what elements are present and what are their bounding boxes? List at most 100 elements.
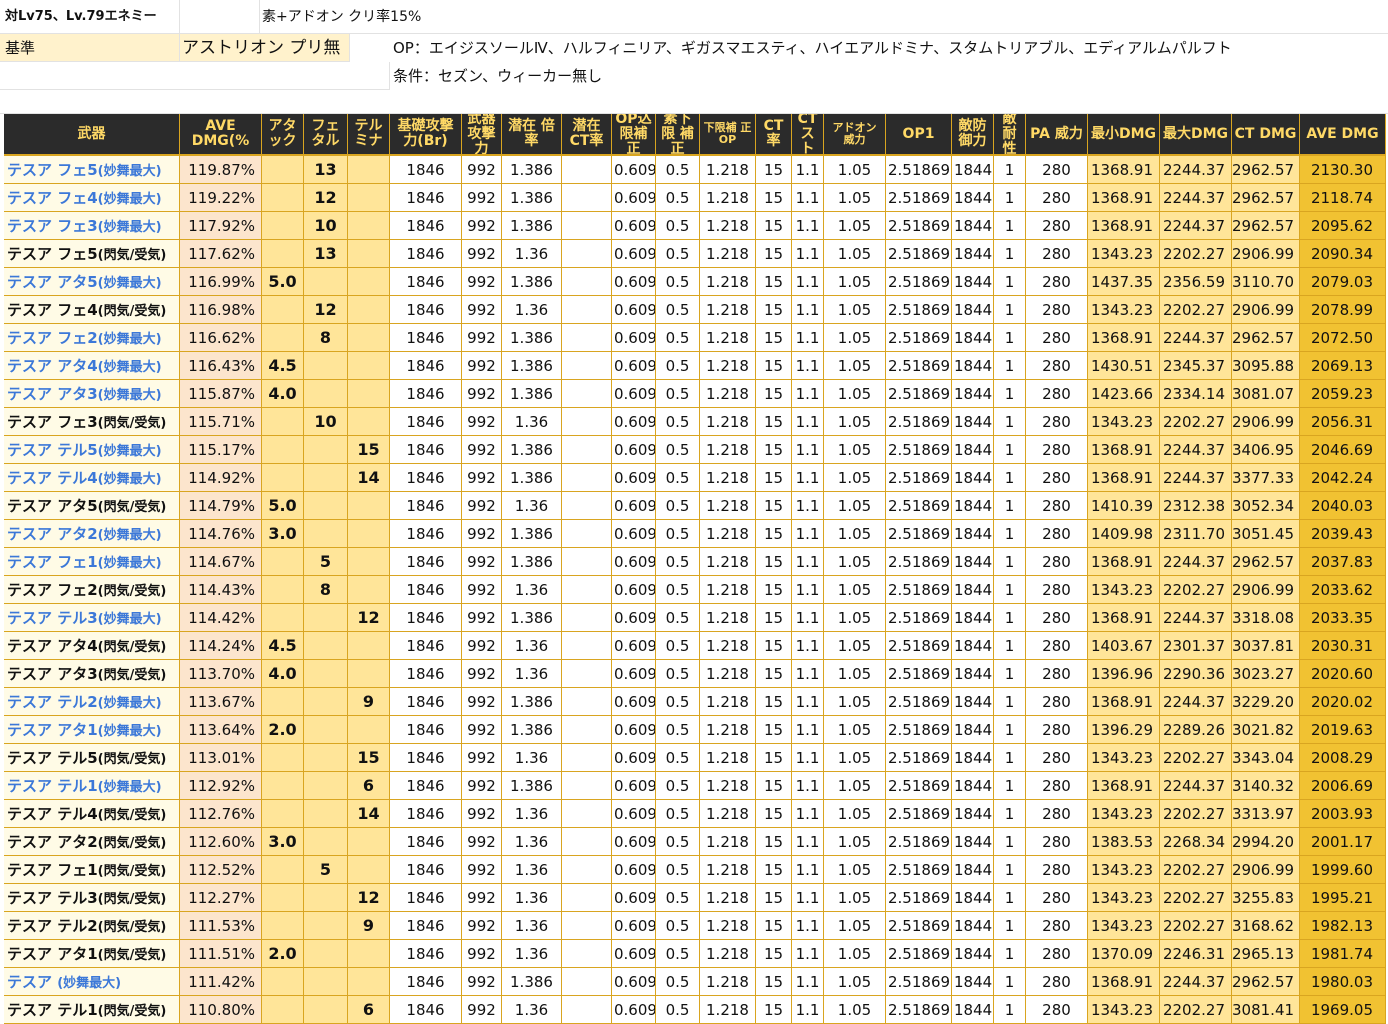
cell-ct-dmg[interactable]: 2906.99 — [1232, 856, 1300, 884]
cell-base-attack[interactable]: 1846 — [390, 352, 462, 380]
cell-base-attack[interactable]: 1846 — [390, 240, 462, 268]
cell-enemy-resist[interactable]: 1 — [994, 996, 1026, 1024]
cell-op-limit[interactable]: 0.609 — [612, 716, 656, 744]
cell-min-op[interactable]: 1.218 — [700, 604, 756, 632]
cell-min-dmg[interactable]: 1368.91 — [1088, 156, 1160, 184]
cell-min-dmg[interactable]: 1343.23 — [1088, 744, 1160, 772]
cell-weapon-attack[interactable]: 992 — [462, 800, 502, 828]
cell-ct-dmg[interactable]: 3313.97 — [1232, 800, 1300, 828]
cell-addon-power[interactable]: 1.05 — [824, 660, 886, 688]
cell-latent-ct[interactable] — [562, 464, 612, 492]
cell-latent-mult[interactable]: 1.36 — [502, 996, 562, 1024]
column-header-weapon-attack[interactable]: 武器 攻撃力 — [462, 114, 502, 156]
cell-base-attack[interactable]: 1846 — [390, 996, 462, 1024]
cell-weapon[interactable]: テスア テル2(妙舞最大) — [4, 688, 180, 716]
cell-ct-dmg[interactable]: 3021.82 — [1232, 716, 1300, 744]
column-header-latent-ct[interactable]: 潜在 CT率 — [562, 114, 612, 156]
cell-attack[interactable] — [262, 604, 304, 632]
cell-latent-mult[interactable]: 1.386 — [502, 688, 562, 716]
cell-min-op[interactable]: 1.218 — [700, 156, 756, 184]
cell-min-op[interactable]: 1.218 — [700, 716, 756, 744]
cell-latent-ct[interactable] — [562, 772, 612, 800]
cell-op1[interactable]: 2.518690 — [886, 884, 952, 912]
cell-max-dmg[interactable]: 2244.37 — [1160, 436, 1232, 464]
cell-ave-pct[interactable]: 115.71% — [180, 408, 262, 436]
cell-max-dmg[interactable]: 2202.27 — [1160, 744, 1232, 772]
cell-min-correction[interactable]: 0.5 — [656, 604, 700, 632]
cell-min-correction[interactable]: 0.5 — [656, 408, 700, 436]
cell-enemy-resist[interactable]: 1 — [994, 212, 1026, 240]
cell-min-op[interactable]: 1.218 — [700, 296, 756, 324]
cell-enemy-defense[interactable]: 1844 — [952, 520, 994, 548]
cell-attack[interactable] — [262, 856, 304, 884]
cell-min-correction[interactable]: 0.5 — [656, 184, 700, 212]
cell-ct-dmg[interactable]: 3110.70 — [1232, 268, 1300, 296]
cell-weapon-attack[interactable]: 992 — [462, 268, 502, 296]
cell-latent-mult[interactable]: 1.36 — [502, 828, 562, 856]
cell-enemy-defense[interactable]: 1844 — [952, 268, 994, 296]
cell-weapon-attack[interactable]: 992 — [462, 856, 502, 884]
cell-max-dmg[interactable]: 2244.37 — [1160, 688, 1232, 716]
cell-enemy-resist[interactable]: 1 — [994, 408, 1026, 436]
cell-weapon-attack[interactable]: 992 — [462, 660, 502, 688]
cell-base-attack[interactable]: 1846 — [390, 212, 462, 240]
cell-fetal[interactable] — [304, 912, 348, 940]
cell-enemy-defense[interactable]: 1844 — [952, 660, 994, 688]
cell-op1[interactable]: 2.518690 — [886, 996, 952, 1024]
cell-min-op[interactable]: 1.218 — [700, 996, 756, 1024]
cell-ave-pct[interactable]: 114.24% — [180, 632, 262, 660]
cell-latent-mult[interactable]: 1.386 — [502, 548, 562, 576]
cell-attack[interactable] — [262, 688, 304, 716]
cell-op-limit[interactable]: 0.609 — [612, 772, 656, 800]
cell-min-correction[interactable]: 0.5 — [656, 828, 700, 856]
cell-ct-rate[interactable]: 15 — [756, 212, 792, 240]
cell-op-limit[interactable]: 0.609 — [612, 744, 656, 772]
cell-min-dmg[interactable]: 1370.09 — [1088, 940, 1160, 968]
cell-weapon[interactable]: テスア アタ4(妙舞最大) — [4, 352, 180, 380]
column-header-op-limit[interactable]: OP込 限補正 — [612, 114, 656, 156]
cell-weapon-attack[interactable]: 992 — [462, 492, 502, 520]
cell-fetal[interactable]: 8 — [304, 324, 348, 352]
cell-weapon[interactable]: テスア テル1(閃気/受気) — [4, 996, 180, 1024]
cell-min-dmg[interactable]: 1368.91 — [1088, 548, 1160, 576]
cell-min-correction[interactable]: 0.5 — [656, 632, 700, 660]
cell-ct-dmg[interactable]: 2906.99 — [1232, 296, 1300, 324]
cell-weapon[interactable]: テスア フェ1(妙舞最大) — [4, 548, 180, 576]
cell-attack[interactable] — [262, 744, 304, 772]
cell-addon-power[interactable]: 1.05 — [824, 800, 886, 828]
cell-max-dmg[interactable]: 2301.37 — [1160, 632, 1232, 660]
cell-ave-pct[interactable]: 111.51% — [180, 940, 262, 968]
cell-weapon[interactable]: テスア テル3(妙舞最大) — [4, 604, 180, 632]
cell-attack[interactable]: 5.0 — [262, 492, 304, 520]
cell-min-correction[interactable]: 0.5 — [656, 968, 700, 996]
cell-op-limit[interactable]: 0.609 — [612, 968, 656, 996]
cell-ct-rate[interactable]: 15 — [756, 912, 792, 940]
cell-latent-mult[interactable]: 1.386 — [502, 436, 562, 464]
cell-pa-power[interactable]: 280 — [1026, 660, 1088, 688]
cell-latent-mult[interactable]: 1.36 — [502, 912, 562, 940]
cell-op1[interactable]: 2.518690 — [886, 856, 952, 884]
cell-base-attack[interactable]: 1846 — [390, 968, 462, 996]
cell-ct-dmg[interactable]: 3081.07 — [1232, 380, 1300, 408]
cell-latent-ct[interactable] — [562, 352, 612, 380]
cell-fetal[interactable] — [304, 604, 348, 632]
cell-termina[interactable] — [348, 268, 390, 296]
cell-ct-dmg[interactable]: 2962.57 — [1232, 968, 1300, 996]
cell-weapon[interactable]: テスア フェ5(妙舞最大) — [4, 156, 180, 184]
cell-latent-mult[interactable]: 1.36 — [502, 492, 562, 520]
cell-enemy-resist[interactable]: 1 — [994, 660, 1026, 688]
cell-enemy-resist[interactable]: 1 — [994, 576, 1026, 604]
cell-enemy-defense[interactable]: 1844 — [952, 856, 994, 884]
cell-ct-dmg[interactable]: 3343.04 — [1232, 744, 1300, 772]
cell-enemy-resist[interactable]: 1 — [994, 940, 1026, 968]
cell-pa-power[interactable]: 280 — [1026, 856, 1088, 884]
cell-op-limit[interactable]: 0.609 — [612, 856, 656, 884]
cell-min-correction[interactable]: 0.5 — [656, 800, 700, 828]
cell-op-limit[interactable]: 0.609 — [612, 212, 656, 240]
cell-enemy-resist[interactable]: 1 — [994, 324, 1026, 352]
column-header-latent-mult[interactable]: 潜在 倍率 — [502, 114, 562, 156]
cell-addon-power[interactable]: 1.05 — [824, 548, 886, 576]
cell-op-limit[interactable]: 0.609 — [612, 996, 656, 1024]
cell-termina[interactable] — [348, 408, 390, 436]
cell-ave-pct[interactable]: 116.62% — [180, 324, 262, 352]
